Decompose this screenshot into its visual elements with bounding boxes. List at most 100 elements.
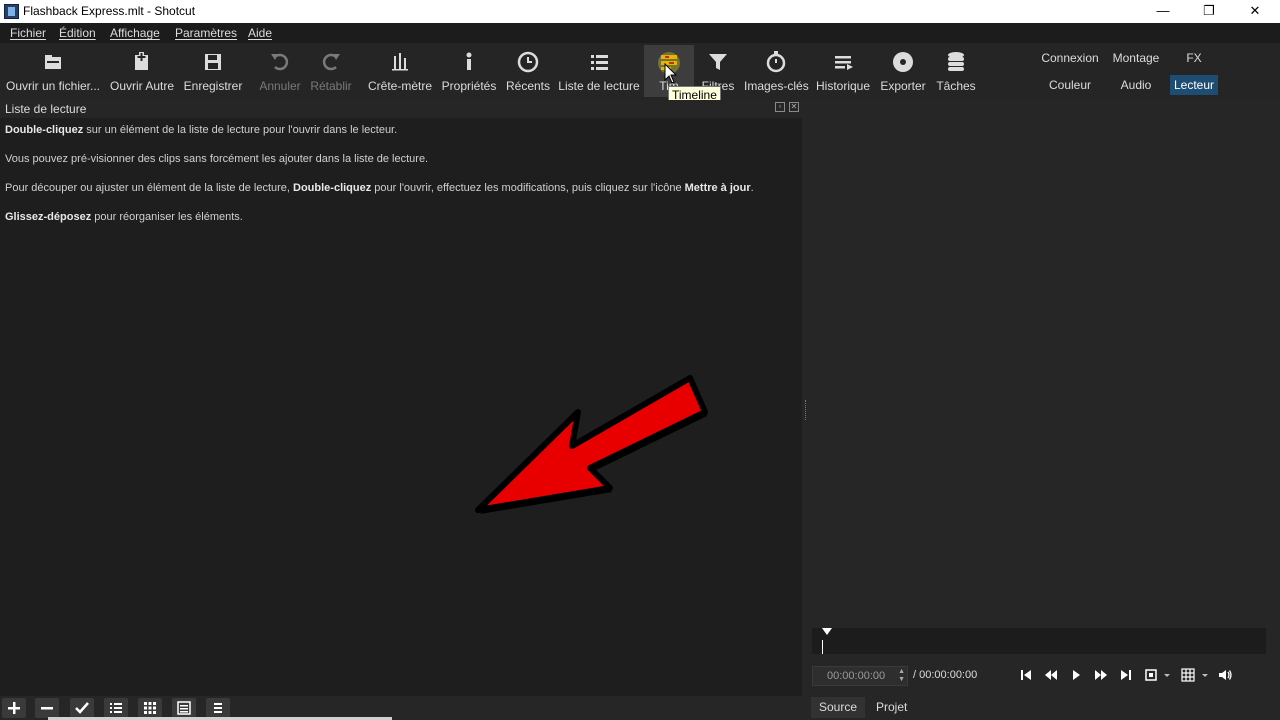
minus-icon <box>41 707 53 710</box>
help-text: pour réorganiser les éléments. <box>91 211 243 223</box>
layout-logging-button[interactable]: Connexion <box>1038 48 1102 68</box>
volume-icon[interactable] <box>1217 667 1233 683</box>
playlist-button[interactable]: Liste de lecture <box>558 45 640 97</box>
help-text: Vous pouvez pré-visionner des clips sans… <box>5 153 429 165</box>
zoom-dropdown-icon[interactable] <box>1162 667 1172 683</box>
zoom-fit-icon[interactable] <box>1143 667 1159 683</box>
minimize-button[interactable]: — <box>1140 0 1186 23</box>
tab-source[interactable]: Source <box>811 697 866 718</box>
fast-forward-icon[interactable] <box>1093 667 1109 683</box>
scrubber-bar[interactable] <box>812 628 1266 654</box>
undo-button[interactable]: Annuler <box>256 45 304 97</box>
help-text: Pour découper ou ajuster un élément de l… <box>5 182 294 194</box>
hamburger-menu-icon <box>214 703 222 713</box>
shotcut-app-icon <box>4 4 19 19</box>
save-label: Enregistrer <box>183 79 243 93</box>
jobs-button[interactable]: Tâches <box>934 45 978 97</box>
undock-icon[interactable]: ▫ <box>775 102 785 112</box>
playlist-label: Liste de lecture <box>558 79 640 93</box>
recent-label: Récents <box>505 79 551 93</box>
position-timecode: 00:00:00:00 <box>827 670 886 682</box>
disc-icon <box>893 52 913 72</box>
menu-bar: Fichier Édition Affichage Paramètres Aid… <box>0 23 1280 43</box>
help-bold-text: Double-cliquez <box>5 124 84 136</box>
add-button[interactable] <box>2 698 26 718</box>
maximize-button[interactable]: ❐ <box>1186 0 1232 23</box>
timecode-spin-icon[interactable]: ▲ ▼ <box>898 668 905 684</box>
main-toolbar: Ouvrir un fichier... Ouvrir Autre Enregi… <box>0 43 1280 100</box>
keyframes-button[interactable]: Images-clés <box>744 45 809 97</box>
help-line-2: Vous pouvez pré-visionner des clips sans… <box>5 153 428 165</box>
jobs-label: Tâches <box>936 79 976 93</box>
playlist-panel-header: Liste de lecture ▫ ✕ <box>0 100 802 118</box>
menu-file[interactable]: Fichier <box>10 26 46 40</box>
help-text: sur un élément de la liste de lecture po… <box>83 124 398 136</box>
close-panel-icon[interactable]: ✕ <box>789 102 799 112</box>
history-button[interactable]: Historique <box>814 45 872 97</box>
layout-player-button[interactable]: Lecteur <box>1170 75 1218 95</box>
mouse-cursor-icon <box>664 63 678 84</box>
open-other-label: Ouvrir Autre <box>109 79 175 93</box>
layout-editing-button[interactable]: Montage <box>1108 48 1164 68</box>
export-button[interactable]: Exporter <box>876 45 930 97</box>
grid-dropdown-icon[interactable] <box>1200 667 1210 683</box>
open-file-button[interactable]: Ouvrir un fichier... <box>4 45 102 97</box>
splitter-grip[interactable] <box>805 400 807 420</box>
menu-edit[interactable]: Édition <box>59 26 96 40</box>
playlist-menu-button[interactable] <box>206 698 230 718</box>
red-arrow-annotation <box>475 375 708 514</box>
export-label: Exporter <box>880 79 926 93</box>
recent-button[interactable]: Récents <box>504 45 552 97</box>
details-view-button[interactable] <box>104 698 128 718</box>
details-list-icon <box>110 703 122 713</box>
menu-help[interactable]: Aide <box>248 26 272 40</box>
layout-color-button[interactable]: Couleur <box>1038 75 1102 95</box>
open-folder-icon <box>45 55 61 69</box>
help-bold-text: Mettre à jour <box>684 182 751 194</box>
grid-overlay-icon[interactable] <box>1180 667 1196 683</box>
icon-view-icon <box>177 701 191 715</box>
help-bold-text: Double-cliquez <box>293 182 372 194</box>
history-icon <box>835 56 853 70</box>
filter-funnel-icon <box>709 54 727 70</box>
playhead-marker-icon[interactable] <box>822 628 832 636</box>
layout-fx-button[interactable]: FX <box>1170 48 1218 68</box>
tab-project[interactable]: Projet <box>868 697 915 718</box>
stopwatch-icon <box>766 51 786 73</box>
tiles-view-button[interactable] <box>138 698 162 718</box>
help-line-1: Double-cliquez sur un élément de la list… <box>5 124 397 136</box>
properties-button[interactable]: Propriétés <box>440 45 498 97</box>
redo-icon <box>322 53 340 71</box>
open-file-label: Ouvrir un fichier... <box>5 79 101 93</box>
help-text: . <box>750 182 754 194</box>
layout-audio-button[interactable]: Audio <box>1108 75 1164 95</box>
menu-settings[interactable]: Paramètres <box>175 26 237 40</box>
undo-icon <box>271 53 289 71</box>
database-stack-icon <box>948 52 964 71</box>
playlist-panel: Liste de lecture ▫ ✕ Double-cliquez sur … <box>0 100 802 696</box>
remove-button[interactable] <box>35 698 59 718</box>
icons-view-button[interactable] <box>172 698 196 718</box>
plus-icon <box>8 702 20 714</box>
update-button[interactable] <box>70 698 94 718</box>
skip-next-icon[interactable] <box>1118 667 1134 683</box>
rewind-icon[interactable] <box>1043 667 1059 683</box>
close-button[interactable]: ✕ <box>1232 0 1278 23</box>
checkmark-icon <box>75 702 89 714</box>
save-button[interactable]: Enregistrer <box>182 45 244 97</box>
panel-splitter[interactable] <box>802 100 810 720</box>
open-other-button[interactable]: Ouvrir Autre <box>106 45 178 97</box>
menu-view[interactable]: Affichage <box>110 26 160 40</box>
redo-button[interactable]: Rétablir <box>308 45 354 97</box>
playlist-panel-title: Liste de lecture <box>5 102 87 116</box>
save-disk-icon <box>205 54 221 70</box>
duration-timecode: / 00:00:00:00 <box>913 669 978 681</box>
play-icon[interactable] <box>1068 667 1084 683</box>
peak-meter-icon <box>392 53 408 71</box>
peak-meter-button[interactable]: Crête-mètre <box>366 45 434 97</box>
window-title: Flashback Express.mlt - Shotcut <box>23 4 196 18</box>
skip-previous-icon[interactable] <box>1018 667 1034 683</box>
timecode-field[interactable]: 00:00:00:00 ▲ ▼ <box>812 666 908 686</box>
undo-label: Annuler <box>259 79 301 93</box>
keyframes-label: Images-clés <box>744 79 809 93</box>
